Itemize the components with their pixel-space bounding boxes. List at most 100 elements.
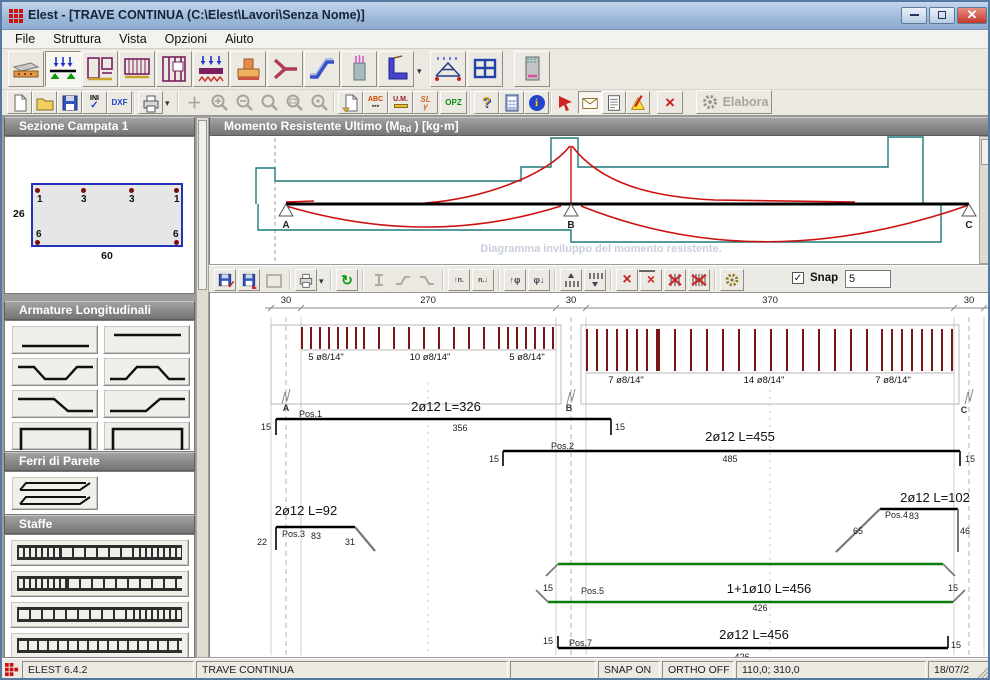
stirrup-dense-left-button[interactable] (10, 570, 189, 597)
new-button[interactable] (7, 91, 32, 114)
moment-panel-header[interactable]: Momento Resistente Ultimo (MRd ) [kg·m] (209, 117, 990, 136)
minimize-button[interactable] (901, 7, 927, 24)
open-button[interactable] (32, 91, 57, 114)
menu-opzioni[interactable]: Opzioni (156, 31, 216, 47)
delete-button[interactable]: × (657, 91, 683, 114)
stirrup-zone-span2-left[interactable] (586, 329, 658, 371)
dxf-export-button[interactable]: DXF (107, 91, 132, 114)
snap-size-input[interactable] (845, 270, 891, 288)
bar-bent-down-button[interactable] (11, 357, 98, 386)
save-button[interactable] (57, 91, 82, 114)
stirrup-zone-span1-left[interactable] (301, 327, 363, 349)
print-drawing-button[interactable] (295, 269, 317, 291)
resize-grip[interactable] (978, 668, 989, 679)
increase-stirrups-button[interactable] (560, 269, 582, 291)
stirrup-dense-ends-button[interactable] (10, 539, 189, 566)
section-panel[interactable]: 1 3 3 1 6 6 26 60 (4, 136, 195, 294)
decrease-stirrups-button[interactable] (584, 269, 606, 291)
bar-straight-bottom-button[interactable] (11, 325, 98, 354)
retaining-wall-tool-button[interactable] (378, 51, 414, 87)
moment-scrollbar[interactable] (979, 136, 990, 264)
decrease-diameter-button[interactable]: φ↓ (528, 269, 550, 291)
stirrup-zone-span2-mid[interactable] (658, 329, 881, 371)
bar-u-shape-2-button[interactable] (103, 421, 190, 450)
status-snap-state[interactable]: SNAP ON (598, 661, 660, 679)
beam-drawing-canvas[interactable]: 30 270 30 370 30 5 ø8/14" 10 ø8/14" 5 ø8… (209, 293, 990, 657)
zoom-previous-button[interactable] (257, 91, 282, 114)
status-ortho-state[interactable]: ORTHO OFF (662, 661, 734, 679)
bar-pos1[interactable] (276, 419, 611, 435)
column-section-tool-button[interactable] (514, 51, 550, 87)
stirrup-zone-span1-mid[interactable] (363, 327, 498, 349)
increase-diameter-button[interactable]: ↑φ (504, 269, 526, 291)
sidebar-scrollbar[interactable] (196, 117, 209, 658)
slab-tool-button[interactable] (8, 51, 44, 87)
envelope-view-button[interactable] (578, 91, 602, 114)
info-button[interactable]: i (524, 91, 549, 114)
slab-strips-tool-button[interactable] (119, 51, 155, 87)
drawing-settings-button[interactable] (720, 269, 744, 291)
menu-vista[interactable]: Vista (110, 31, 156, 47)
print-options-caret[interactable]: ▾ (165, 98, 170, 109)
bend-bar-down-button[interactable] (416, 269, 438, 291)
maximize-button[interactable] (929, 7, 955, 24)
help-button[interactable]: ? (474, 91, 499, 114)
section-panel-header[interactable]: Sezione Campata 1 (4, 117, 195, 136)
zoom-window-button[interactable] (282, 91, 307, 114)
more-tools-caret[interactable]: ▾ (417, 66, 422, 77)
print-drawing-caret[interactable]: ▾ (319, 276, 324, 287)
delete-stirrup-group-button[interactable] (688, 269, 710, 291)
bend-bar-up-button[interactable] (392, 269, 414, 291)
verify-pointer-button[interactable] (554, 91, 578, 114)
menu-struttura[interactable]: Struttura (44, 31, 110, 47)
sidebar-scrollbar-thumb[interactable] (198, 120, 207, 290)
stair-tool-button[interactable] (304, 51, 340, 87)
frame-tool-button[interactable] (467, 51, 503, 87)
loads-tool-button[interactable] (193, 51, 229, 87)
continuous-beam-tool-button[interactable] (45, 51, 81, 87)
node-tool-button[interactable] (267, 51, 303, 87)
bar-step-down-button[interactable] (11, 389, 98, 418)
bar-bent-up-button[interactable] (103, 357, 190, 386)
elabora-button[interactable]: Elabora (696, 90, 772, 114)
menu-file[interactable]: File (6, 31, 44, 47)
menu-aiuto[interactable]: Aiuto (216, 31, 263, 47)
save-as-drawing-button[interactable] (238, 269, 260, 291)
bar-step-up-button[interactable] (103, 389, 190, 418)
delete-bar-button[interactable]: × (640, 269, 662, 291)
moment-diagram-canvas[interactable]: A B C Diagramma inviluppo del momento re… (209, 136, 979, 264)
foundation-tool-button[interactable] (230, 51, 266, 87)
staffe-panel-header[interactable]: Staffe (4, 515, 195, 534)
close-button[interactable]: ✕ (957, 7, 987, 24)
bar-straight-top-button[interactable] (103, 325, 190, 354)
calculator-button[interactable] (499, 91, 524, 114)
armature-panel-header[interactable]: Armature Longitudinali (4, 301, 195, 320)
edit-section-button[interactable] (368, 269, 390, 291)
export-drawing-button[interactable] (262, 269, 284, 291)
stirrup-uniform-button[interactable] (10, 632, 189, 658)
wall-bar-button[interactable] (11, 476, 98, 510)
drawing-tools-button[interactable] (626, 91, 650, 114)
ferri-panel-header[interactable]: Ferri di Parete (4, 452, 195, 471)
zoom-extents-button[interactable] (307, 91, 332, 114)
save-drawing-button[interactable]: ✓ (214, 269, 236, 291)
report-button[interactable] (602, 91, 626, 114)
bar-u-shape-button[interactable] (11, 421, 98, 450)
stirrup-zone-span2-right[interactable] (881, 329, 954, 371)
column-tool-button[interactable] (341, 51, 377, 87)
units-button[interactable]: U.M. (388, 91, 413, 114)
zoom-out-button[interactable] (232, 91, 257, 114)
print-button[interactable] (138, 91, 163, 114)
moment-scrollbar-thumb[interactable] (981, 139, 990, 165)
decrease-count-button[interactable]: n.↓ (472, 269, 494, 291)
increase-count-button[interactable]: ↑n. (448, 269, 470, 291)
snap-checkbox[interactable]: ✓ (792, 272, 804, 284)
pan-button[interactable]: ＋ (182, 91, 207, 114)
refresh-drawing-button[interactable]: ↻ (336, 269, 358, 291)
stirrup-dense-right-button[interactable] (10, 601, 189, 628)
ini-settings-button[interactable]: INI✓ (82, 91, 107, 114)
zoom-in-button[interactable] (207, 91, 232, 114)
wall-layout-tool-button[interactable] (82, 51, 118, 87)
stirrup-zone-span1-right[interactable] (498, 327, 556, 349)
truss-tool-button[interactable] (430, 51, 466, 87)
